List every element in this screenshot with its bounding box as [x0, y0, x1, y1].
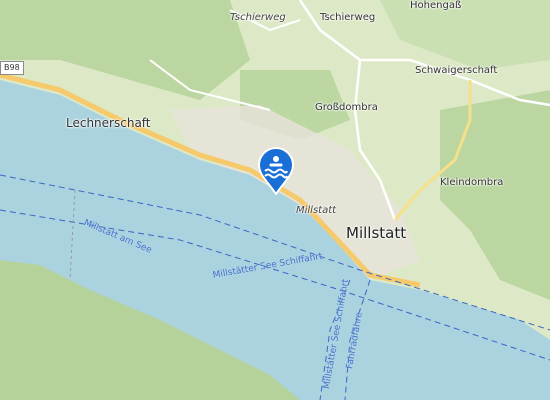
map-canvas[interactable]: B98 Tschierweg Tschierweg Hohengaß Schwa… — [0, 0, 550, 400]
road-shield: B98 — [0, 61, 24, 75]
swimming-location-marker[interactable] — [256, 147, 296, 195]
place-label-hohengass: Hohengaß — [410, 0, 462, 11]
map-base — [0, 0, 550, 400]
place-label-millstatt: Millstatt — [346, 224, 407, 242]
swimming-icon — [257, 147, 295, 195]
place-label-grossdombra: Großdombra — [315, 102, 378, 113]
place-label-tschierweg: Tschierweg — [320, 12, 376, 23]
street-label-tschierweg: Tschierweg — [230, 12, 286, 23]
street-label-millstatt: Millstatt — [296, 205, 337, 216]
place-label-lechnerschaft: Lechnerschaft — [66, 116, 151, 130]
place-label-kleindombra: Kleindombra — [440, 177, 504, 188]
place-label-schwaigerschaft: Schwaigerschaft — [415, 65, 498, 76]
